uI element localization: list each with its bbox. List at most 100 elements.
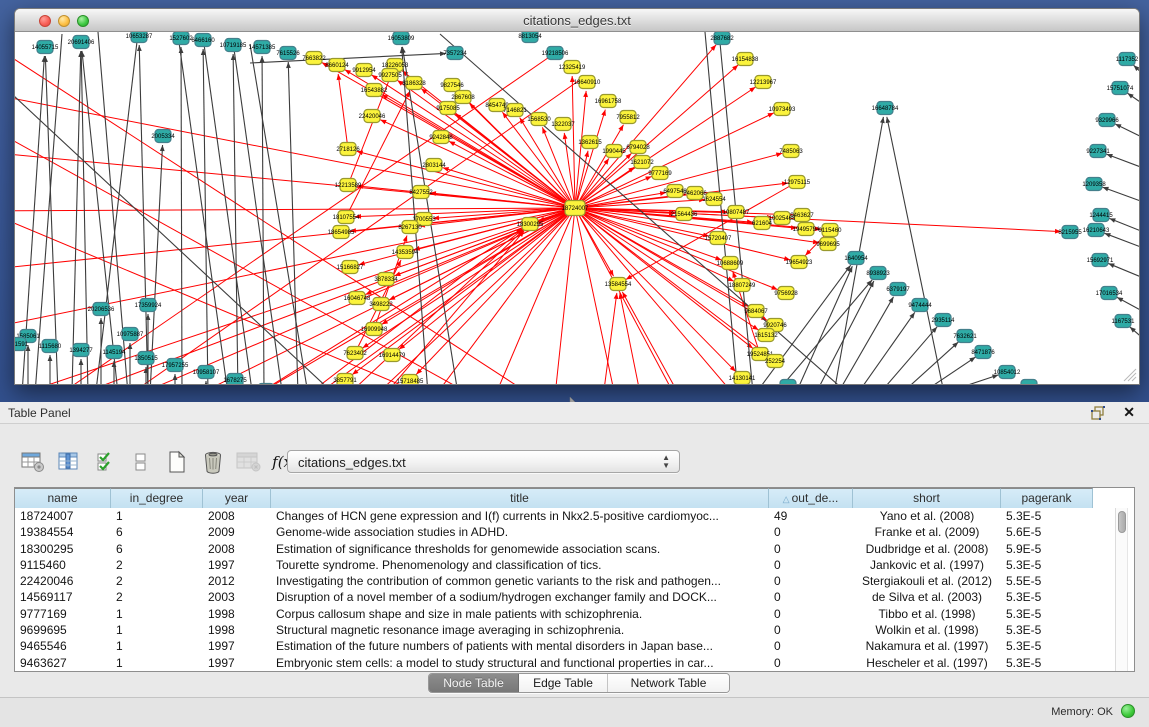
graph-node[interactable]: 12213967 [750,76,777,89]
graph-node[interactable]: 2005334 [151,130,175,143]
graph-node[interactable]: 10854012 [994,366,1021,379]
graph-node[interactable]: 16961758 [595,95,622,108]
table-row[interactable]: 1872400712008Changes of HCN gene express… [15,508,1115,524]
table-cell[interactable]: 1997 [203,655,271,671]
graph-node[interactable]: 16914479 [379,349,406,362]
table-cell[interactable]: 5.9E-5 [1001,541,1093,557]
graph-node[interactable]: 14571385 [249,41,276,54]
graph-node[interactable]: 1394277 [69,344,93,357]
graph-node[interactable]: 1733426 [776,380,800,386]
graph-node[interactable]: 18654985 [328,226,355,239]
table-cell[interactable]: 9699695 [15,622,111,638]
table-cell[interactable]: 5.3E-5 [1001,606,1093,622]
table-cell[interactable]: 1998 [203,606,271,622]
graph-edge[interactable] [887,117,944,385]
graph-node[interactable]: 1167531 [1112,315,1136,328]
graph-node[interactable]: 8471876 [971,346,995,359]
table-cell[interactable]: 1997 [203,557,271,573]
graph-node[interactable]: 8427552 [409,186,433,199]
graph-node[interactable]: 20691406 [68,36,95,49]
table-cell[interactable]: 6 [111,541,203,557]
table-cell[interactable]: 1 [111,622,203,638]
graph-node[interactable]: 9827546 [440,79,464,92]
table-cell[interactable]: 0 [769,606,853,622]
graph-node[interactable]: 7632621 [953,330,977,343]
graph-edge[interactable] [620,293,640,385]
column-header-out-de-[interactable]: △out_de... [769,488,853,508]
graph-node[interactable]: 1244415 [1089,209,1113,222]
table-cell[interactable]: 22420046 [15,573,111,589]
graph-node[interactable]: 1350515 [134,352,158,365]
table-cell[interactable]: 19384554 [15,524,111,540]
table-cell[interactable]: 2 [111,573,203,589]
table-cell[interactable]: 0 [769,541,853,557]
table-cell[interactable]: Estimation of the future numbers of pati… [271,638,769,654]
table-cell[interactable]: 2 [111,557,203,573]
graph-node[interactable]: 7357234 [443,47,467,60]
graph-node[interactable]: 17359924 [135,299,162,312]
graph-edge[interactable] [359,208,575,265]
graph-node[interactable]: 16053809 [388,32,415,45]
network-window[interactable]: citations_edges.txt 18724007766382286601… [14,8,1140,385]
table-cell[interactable]: 1 [111,508,203,524]
float-panel-icon[interactable] [1091,406,1105,420]
select-columns-icon[interactable] [56,449,82,475]
table-cell[interactable]: 2012 [203,573,271,589]
table-cell[interactable]: Hescheler et al. (1997) [853,655,1001,671]
table-row[interactable]: 946554611997Estimation of the future num… [15,638,1115,654]
table-cell[interactable]: Changes of HCN gene expression and I(f) … [271,508,769,524]
table-cell[interactable]: 0 [769,589,853,605]
table-cell[interactable]: 9463627 [15,655,111,671]
graph-node[interactable]: 1990445 [602,145,626,158]
table-cell[interactable]: Dudbridge et al. (2008) [853,541,1001,557]
table-cell[interactable]: Genome-wide association studies in ADHD. [271,524,769,540]
graph-edge[interactable] [181,47,182,385]
graph-node[interactable]: 1527602 [169,32,193,45]
graph-node[interactable]: 9684067 [744,305,768,318]
graph-node[interactable]: 9227341 [1086,145,1110,158]
graph-node[interactable]: 2803144 [422,159,446,172]
table-cell[interactable]: Disruption of a novel member of a sodium… [271,589,769,605]
table-cell[interactable]: 1997 [203,638,271,654]
graph-node[interactable]: 9245652 [1017,380,1041,386]
graph-edge[interactable] [288,62,298,385]
table-chooser-select[interactable]: citations_edges.txt ▲▼ [287,450,680,473]
graph-edge[interactable] [922,357,976,385]
table-cell[interactable]: 0 [769,573,853,589]
table-cell[interactable]: 5.5E-5 [1001,573,1093,589]
graph-node[interactable]: 8938923 [866,267,890,280]
table-row[interactable]: 911546021997Tourette syndrome. Phenomeno… [15,557,1115,573]
graph-node[interactable]: 9115460 [819,224,843,237]
tab-edge-table[interactable]: Edge Table [519,674,608,693]
graph-node[interactable]: 19218506 [542,47,569,60]
graph-node[interactable]: 1568520 [527,113,551,126]
graph-node[interactable]: 13584554 [605,278,632,291]
column-header-pagerank[interactable]: pagerank [1001,488,1093,508]
table-cell[interactable]: 2003 [203,589,271,605]
table-cell[interactable]: Nakamura et al. (1997) [853,638,1001,654]
table-cell[interactable]: de Silva et al. (2003) [853,589,1001,605]
table-cell[interactable]: 0 [769,638,853,654]
graph-edge[interactable] [203,37,252,385]
table-cell[interactable]: 0 [769,655,853,671]
column-header-short[interactable]: short [853,488,1001,508]
table-cell[interactable]: 2008 [203,541,271,557]
graph-node[interactable]: 3878334 [374,273,398,286]
table-cell[interactable]: 5.3E-5 [1001,622,1093,638]
column-header-year[interactable]: year [203,488,271,508]
table-cell[interactable]: 5.3E-5 [1001,655,1093,671]
graph-node[interactable]: 20206536 [88,303,115,316]
table-cell[interactable]: 2009 [203,524,271,540]
graph-node[interactable]: 7615526 [276,47,300,60]
table-vertical-scrollbar[interactable] [1115,508,1128,671]
column-header-title[interactable]: title [271,488,769,508]
graph-node[interactable]: 9912954 [352,64,376,77]
table-cell[interactable]: 5.3E-5 [1001,508,1093,524]
table-cell[interactable]: Stergiakouli et al. (2012) [853,573,1001,589]
graph-node[interactable]: 7623402 [343,347,367,360]
table-cell[interactable]: 5.3E-5 [1001,638,1093,654]
graph-node[interactable]: 1145194 [103,346,127,359]
table-cell[interactable]: 0 [769,557,853,573]
graph-edge[interactable] [338,74,348,149]
graph-node[interactable]: 2887682 [710,32,734,45]
